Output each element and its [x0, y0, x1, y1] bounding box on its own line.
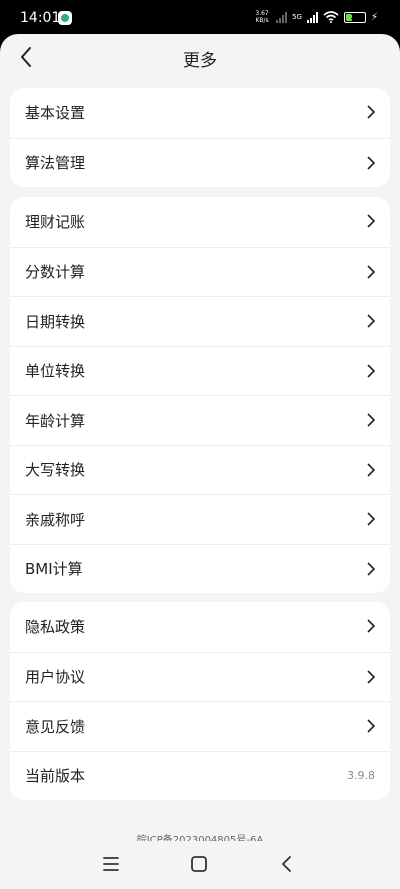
menu-item-label: 日期转换 [25, 312, 86, 331]
version-value: 3.9.8 [347, 769, 375, 783]
battery-icon: 29 [343, 11, 366, 23]
chevron-right-icon [367, 561, 376, 576]
menu-item-age-calc[interactable]: 年龄计算 [10, 395, 390, 445]
chevron-right-icon [367, 314, 376, 328]
status-time: 14:01 [20, 10, 61, 26]
menu-item-user-agreement[interactable]: 用户协议 [10, 651, 390, 702]
system-navigation-bar [0, 841, 400, 889]
network-speed: 3.67 KB/s [255, 10, 269, 24]
app-notification-icon [58, 11, 72, 25]
menu-item-bmi-calc[interactable]: BMI计算 [10, 543, 390, 594]
menu-item-relative-titles[interactable]: 亲戚称呼 [10, 494, 390, 544]
menu-item-basic-settings[interactable]: 基本设置 [10, 88, 390, 138]
menu-item-label: 理财记账 [25, 213, 86, 232]
chevron-right-icon [367, 619, 376, 633]
menu-item-unit-conversion[interactable]: 单位转换 [10, 345, 390, 396]
chevron-right-icon [367, 264, 376, 279]
signal-icon-1 [276, 11, 288, 23]
menu-item-finance-bookkeeping[interactable]: 理财记账 [10, 197, 390, 247]
menu-item-label: 亲戚称呼 [25, 510, 86, 529]
page-title: 更多 [183, 51, 217, 71]
chevron-right-icon [367, 363, 376, 378]
menu-item-privacy-policy[interactable]: 隐私政策 [10, 602, 390, 652]
tools-group: 理财记账 分数计算 日期转换 单位转换 年龄计算 大写转换 亲戚称呼 BMI计算 [10, 197, 390, 593]
status-bar: 14:01 3.67 KB/s 5G 29 ⚡ [0, 0, 400, 34]
menu-item-label: 基本设置 [25, 104, 86, 123]
chevron-right-icon [367, 155, 376, 170]
menu-item-algorithm-management[interactable]: 算法管理 [10, 137, 390, 188]
chevron-right-icon [367, 462, 376, 477]
chevron-right-icon [367, 512, 376, 526]
menu-icon[interactable] [100, 853, 122, 875]
status-icons: 3.67 KB/s 5G 29 ⚡ [253, 10, 378, 24]
navigation-bar: 更多 [0, 34, 400, 80]
settings-group: 基本设置 算法管理 [10, 88, 390, 187]
menu-item-label: 年龄计算 [25, 411, 86, 430]
about-group: 隐私政策 用户协议 意见反馈 当前版本 3.9.8 [10, 602, 390, 800]
menu-item-label: 算法管理 [25, 154, 86, 173]
menu-item-feedback[interactable]: 意见反馈 [10, 701, 390, 751]
menu-item-uppercase-conversion[interactable]: 大写转换 [10, 444, 390, 495]
network-type: 5G [292, 13, 302, 21]
menu-item-date-conversion[interactable]: 日期转换 [10, 296, 390, 346]
menu-item-label: 单位转换 [25, 362, 86, 381]
app-screen: 更多 基本设置 算法管理 理财记账 分数计算 日期转换 单位转换 年龄计算 大写… [0, 34, 400, 889]
menu-item-label: 当前版本 [25, 767, 86, 786]
chevron-right-icon [367, 413, 376, 427]
back-icon[interactable] [276, 853, 298, 875]
wifi-icon [323, 11, 339, 23]
battery-level: 29 [350, 12, 360, 21]
menu-item-current-version: 当前版本 3.9.8 [10, 750, 390, 801]
menu-item-label: 大写转换 [25, 461, 86, 480]
chevron-right-icon [367, 669, 376, 684]
charging-icon: ⚡ [370, 11, 378, 23]
menu-item-label: 分数计算 [25, 263, 86, 282]
chevron-right-icon [367, 719, 376, 733]
menu-item-fraction-calc[interactable]: 分数计算 [10, 246, 390, 297]
menu-item-label: 用户协议 [25, 668, 86, 687]
chevron-right-icon [367, 214, 376, 228]
menu-item-label: 隐私政策 [25, 618, 86, 637]
signal-icon-2 [306, 11, 318, 23]
menu-item-label: BMI计算 [25, 560, 83, 579]
chevron-right-icon [367, 105, 376, 119]
menu-item-label: 意见反馈 [25, 717, 86, 736]
home-icon[interactable] [188, 853, 210, 875]
